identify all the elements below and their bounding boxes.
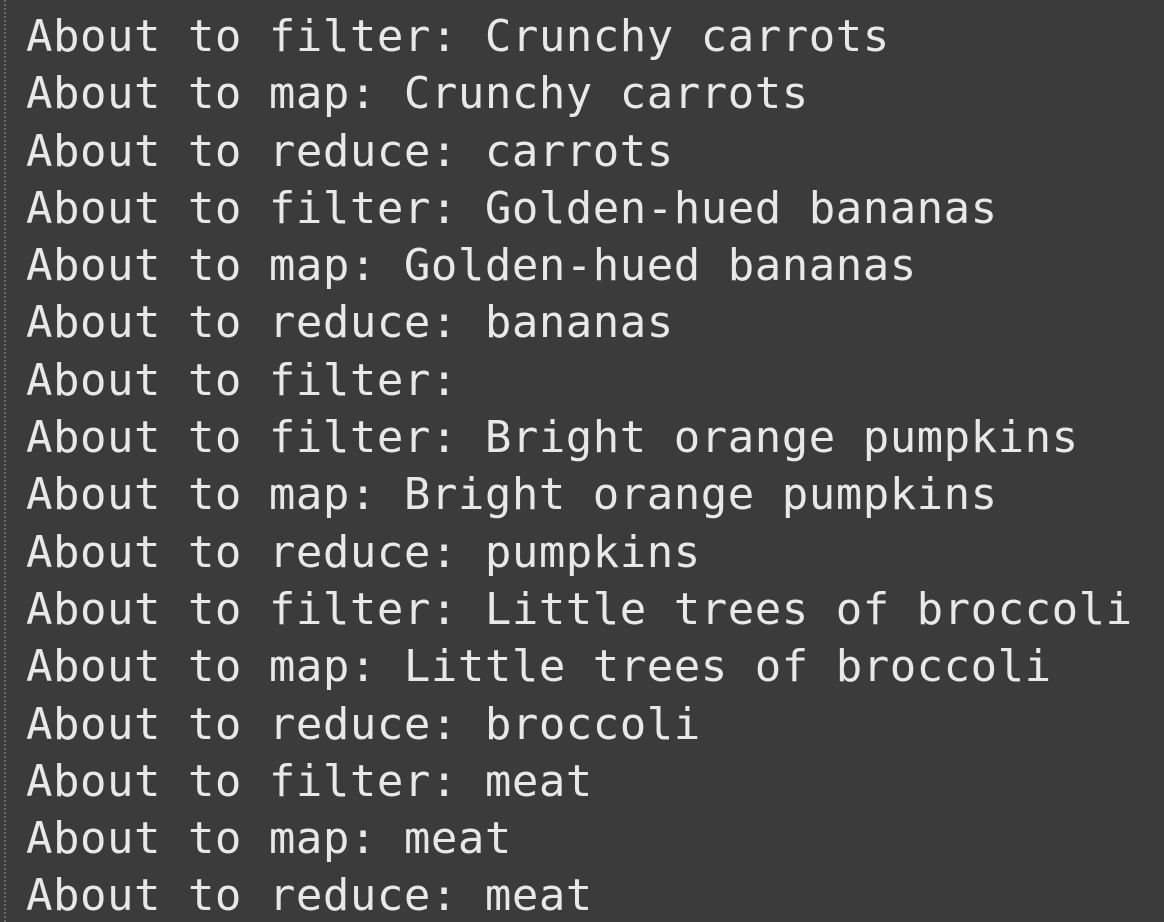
log-line: About to filter: Golden-hued bananas bbox=[26, 182, 998, 234]
log-line: About to map: meat bbox=[26, 813, 512, 865]
log-line: About to reduce: meat bbox=[26, 870, 593, 922]
log-line: About to filter: bbox=[26, 354, 458, 406]
log-line: About to reduce: broccoli bbox=[26, 698, 701, 750]
console-output[interactable]: About to reduce: carrots About to filter… bbox=[0, 0, 1164, 922]
log-lines: About to filter: Crunchy carrots About t… bbox=[26, 8, 1133, 922]
log-line: About to map: Crunchy carrots bbox=[26, 68, 809, 120]
log-line: About to map: Golden-hued bananas bbox=[26, 240, 917, 292]
log-line: About to filter: Crunchy carrots bbox=[26, 11, 890, 62]
log-line: About to map: Little trees of broccoli bbox=[26, 641, 1052, 693]
log-line: About to filter: meat bbox=[26, 755, 593, 807]
gutter-divider bbox=[4, 0, 6, 922]
log-line: About to filter: Bright orange pumpkins bbox=[26, 412, 1079, 464]
log-line: About to reduce: pumpkins bbox=[26, 526, 701, 578]
log-line: About to reduce: carrots bbox=[26, 125, 674, 177]
log-line: About to reduce: bananas bbox=[26, 297, 674, 349]
log-line: About to map: Bright orange pumpkins bbox=[26, 469, 998, 521]
log-line: About to filter: Little trees of broccol… bbox=[26, 583, 1133, 635]
